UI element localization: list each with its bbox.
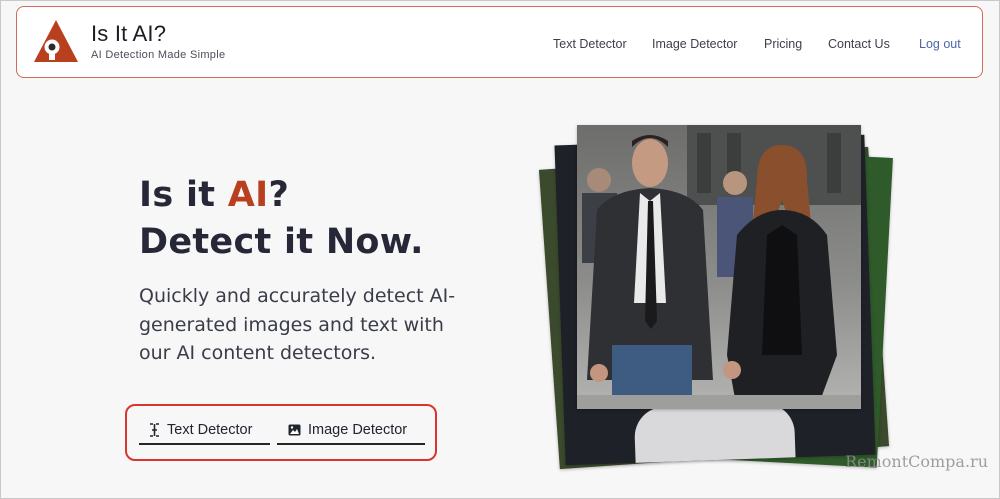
nav-text-detector[interactable]: Text Detector (553, 37, 627, 51)
heading-suffix: ? (268, 175, 290, 215)
stacked-photo-detail (633, 402, 796, 463)
heading-prefix: Is it (139, 175, 228, 215)
text-cursor-icon (150, 423, 159, 437)
brand-title[interactable]: Is It AI? (91, 21, 166, 47)
nav-contact-us[interactable]: Contact Us (828, 37, 890, 51)
triangle-eye-logo-icon[interactable] (32, 17, 80, 65)
image-detector-button[interactable]: Image Detector (277, 417, 425, 445)
hero-description: Quickly and accurately detect AI-generat… (139, 285, 456, 364)
front-photo-ai-image (577, 125, 861, 409)
heading-accent: AI (227, 175, 269, 215)
brand-tagline: AI Detection Made Simple (91, 49, 226, 61)
image-icon (288, 424, 301, 436)
hero-heading-line2: Detect it Now. (139, 222, 424, 262)
nav-log-out[interactable]: Log out (919, 37, 961, 51)
nav-pricing[interactable]: Pricing (764, 37, 802, 51)
watermark: RemontCompa.ru (845, 452, 988, 471)
hero-heading-line1: Is it AI? (139, 175, 289, 215)
site-header: Is It AI? AI Detection Made Simple Text … (16, 6, 983, 78)
text-detector-button[interactable]: Text Detector (139, 417, 270, 445)
image-detector-button-label: Image Detector (308, 422, 408, 438)
text-detector-button-label: Text Detector (167, 422, 253, 438)
nav-image-detector[interactable]: Image Detector (652, 37, 737, 51)
